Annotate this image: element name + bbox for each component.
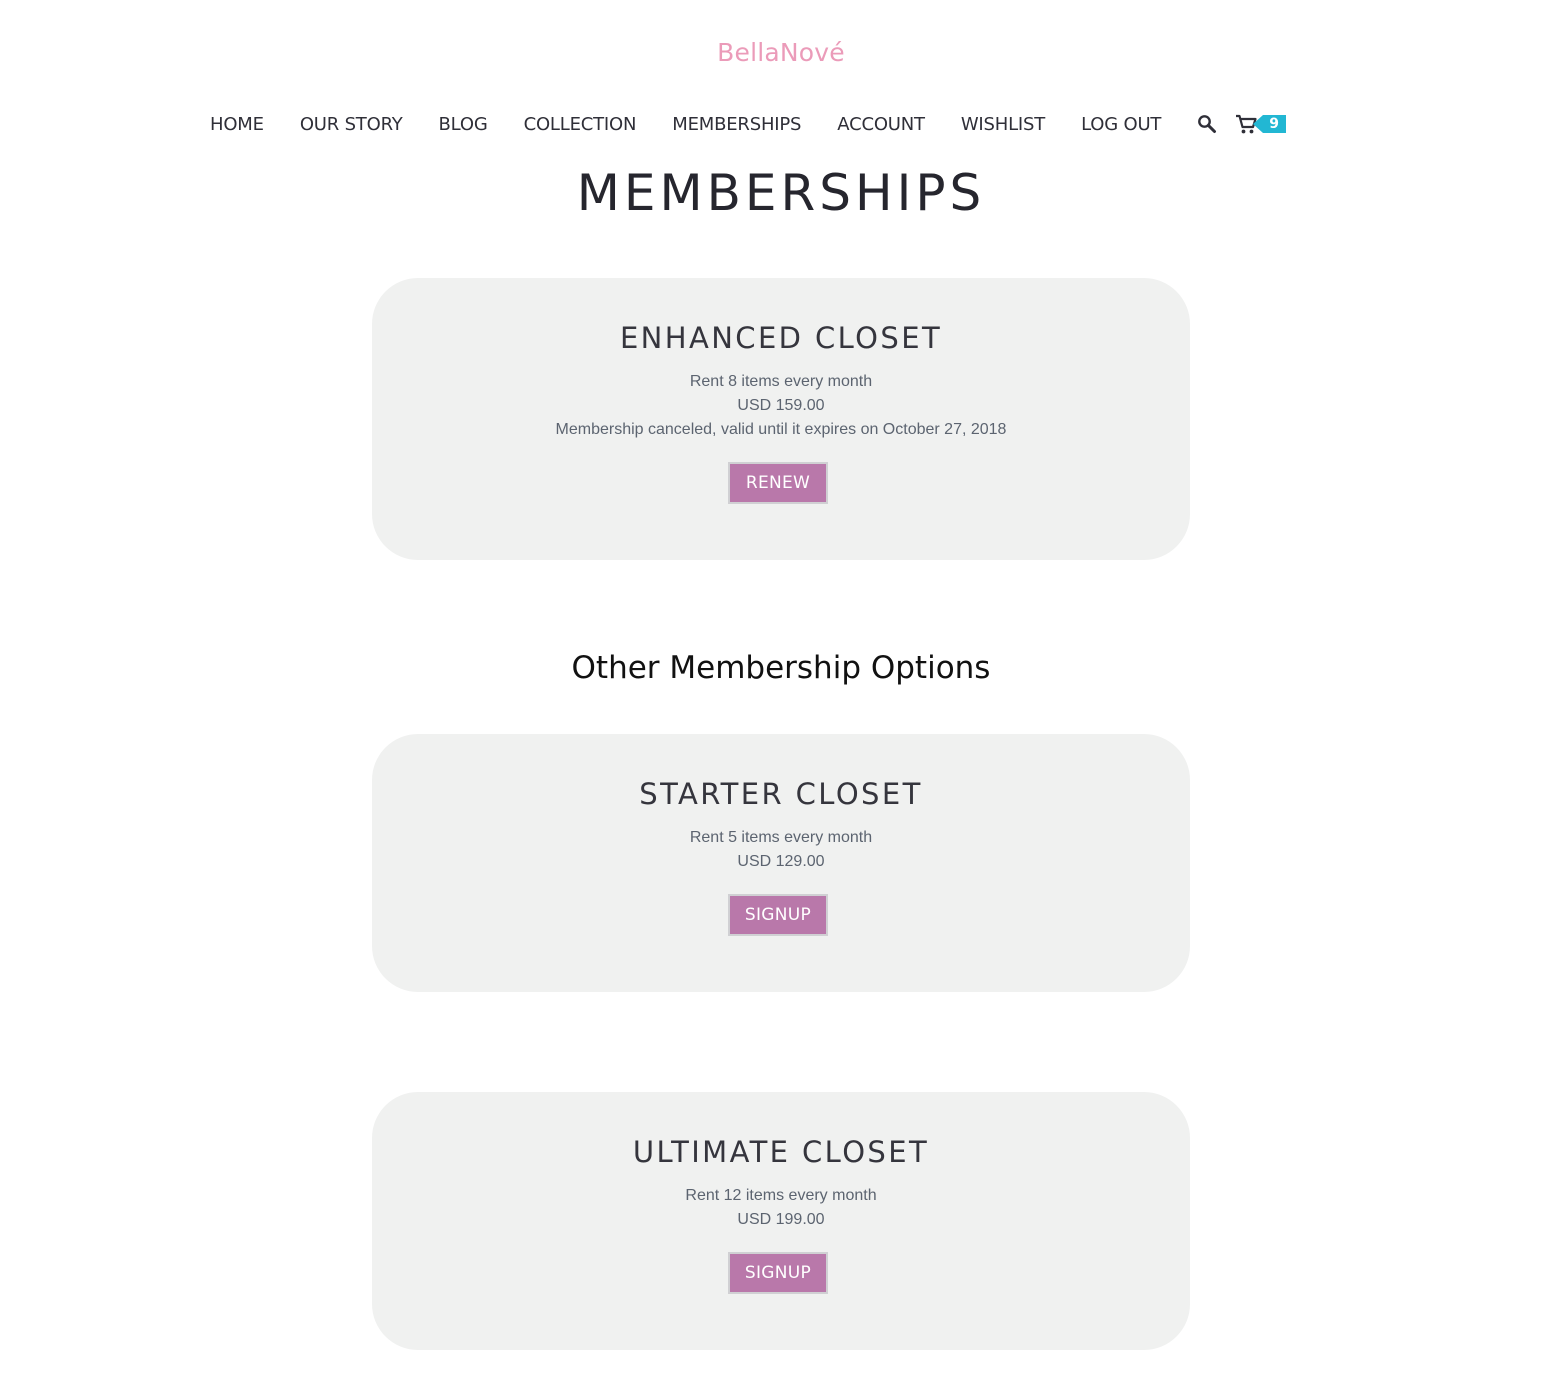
membership-price: USD 129.00 xyxy=(737,853,825,870)
main-nav: HOME OUR STORY BLOG COLLECTION MEMBERSHI… xyxy=(210,112,1286,136)
signup-button[interactable]: SIGNUP xyxy=(728,894,828,936)
nav-item-wishlist[interactable]: WISHLIST xyxy=(961,114,1045,135)
membership-details: Rent 8 items every month USD 159.00 Memb… xyxy=(372,370,1190,442)
nav-item-account[interactable]: ACCOUNT xyxy=(837,114,925,135)
nav-item-blog[interactable]: BLOG xyxy=(439,114,488,135)
membership-description: Rent 12 items every month xyxy=(685,1187,877,1204)
nav-item-collection[interactable]: COLLECTION xyxy=(524,114,637,135)
page: BellaNové HOME OUR STORY BLOG COLLECTION… xyxy=(0,0,1552,1384)
membership-price: USD 159.00 xyxy=(737,397,825,414)
cart-button[interactable]: 9 xyxy=(1235,113,1286,135)
renew-button[interactable]: RENEW xyxy=(728,462,828,504)
nav-item-log-out[interactable]: LOG OUT xyxy=(1081,114,1161,135)
membership-title: ULTIMATE CLOSET xyxy=(632,1135,930,1169)
nav-item-memberships[interactable]: MEMBERSHIPS xyxy=(672,114,801,135)
membership-option-card: ULTIMATE CLOSET Rent 12 items every mont… xyxy=(372,1092,1190,1350)
membership-description: Rent 5 items every month xyxy=(689,829,873,846)
membership-details: Rent 12 items every month USD 199.00 xyxy=(372,1184,1190,1232)
search-icon[interactable] xyxy=(1197,114,1217,134)
membership-details: Rent 5 items every month USD 129.00 xyxy=(372,826,1190,874)
membership-price: USD 199.00 xyxy=(737,1211,825,1228)
membership-status: Membership canceled, valid until it expi… xyxy=(555,421,1007,438)
nav-item-our-story[interactable]: OUR STORY xyxy=(300,114,403,135)
site-logo[interactable]: BellaNové xyxy=(0,38,1552,67)
current-membership-card: ENHANCED CLOSET Rent 8 items every month… xyxy=(372,278,1190,560)
membership-option-card: STARTER CLOSET Rent 5 items every month … xyxy=(372,734,1190,992)
membership-description: Rent 8 items every month xyxy=(689,373,873,390)
signup-button[interactable]: SIGNUP xyxy=(728,1252,828,1294)
cart-count-badge: 9 xyxy=(1253,115,1286,133)
membership-title: STARTER CLOSET xyxy=(639,777,923,811)
page-title: MEMBERSHIPS xyxy=(576,164,986,222)
nav-item-home[interactable]: HOME xyxy=(210,114,264,135)
other-options-heading: Other Membership Options xyxy=(571,650,991,686)
membership-title: ENHANCED CLOSET xyxy=(619,321,943,355)
